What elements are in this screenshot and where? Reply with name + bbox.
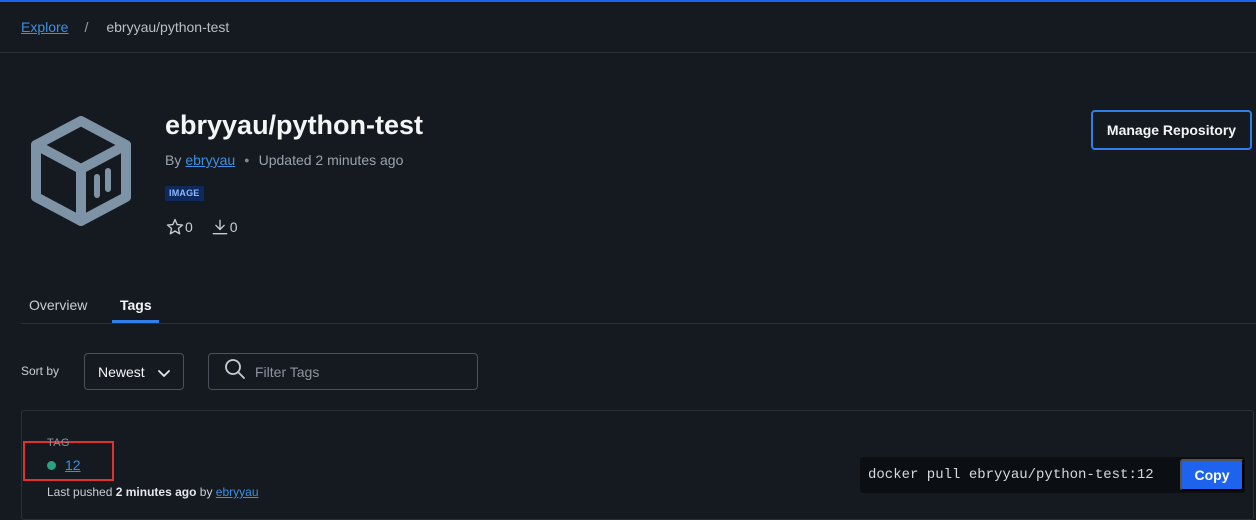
star-stat[interactable]: 0 [165,217,193,237]
tab-tags[interactable]: Tags [120,297,152,313]
download-icon [210,217,230,237]
breadcrumb: Explore / ebryyau/python-test [0,2,1256,53]
repo-stats: 0 0 [165,217,238,237]
tag-status-dot [47,460,56,470]
last-pushed-info: Last pushed 2 minutes ago by ebryyau [47,485,259,499]
last-pushed-time: 2 minutes ago [115,485,197,499]
tag-name-link[interactable]: 12 [65,457,81,473]
pull-command-box: docker pull ebryyau/python-test:12 Copy [860,457,1245,493]
pushed-by-label: by [199,485,213,499]
star-count: 0 [185,219,193,235]
tab-bar: Overview Tags [21,287,1256,324]
tab-overview[interactable]: Overview [29,297,87,313]
sort-label: Sort by [21,364,60,378]
last-pushed-label: Last pushed [47,485,113,499]
pull-count: 0 [229,219,238,235]
star-icon [165,217,185,237]
cube-icon [27,113,135,227]
updated-text: Updated 2 minutes ago [258,152,404,168]
breadcrumb-separator: / [84,19,89,35]
search-icon [224,358,246,385]
meta-separator-dot: ● [244,155,250,165]
filter-tags-input[interactable] [255,363,475,380]
breadcrumb-current: ebryyau/python-test [106,19,230,35]
by-label: By [165,152,182,168]
manage-repository-button[interactable]: Manage Repository [1091,110,1252,150]
image-badge: IMAGE [165,186,204,201]
repo-meta: By ebryyau ● Updated 2 minutes ago [165,152,403,168]
tag-column-header: TAG [47,437,70,449]
repo-title: ebryyau/python-test [165,110,424,140]
filter-tags-field[interactable] [208,353,478,390]
pull-command: docker pull ebryyau/python-test:12 [868,467,1154,483]
tag-row: 12 [47,457,81,473]
active-tab-indicator [112,320,159,323]
pull-stat: 0 [210,217,238,237]
tag-list-card: TAG 12 Last pushed 2 minutes ago by ebry… [21,410,1254,520]
breadcrumb-explore-link[interactable]: Explore [21,19,68,35]
sort-value: Newest [98,363,145,380]
copy-button[interactable]: Copy [1180,459,1244,491]
pushed-by-link[interactable]: ebryyau [216,485,259,499]
chevron-down-icon [157,366,171,382]
sort-dropdown[interactable]: Newest [84,353,184,390]
author-link[interactable]: ebryyau [185,152,235,168]
